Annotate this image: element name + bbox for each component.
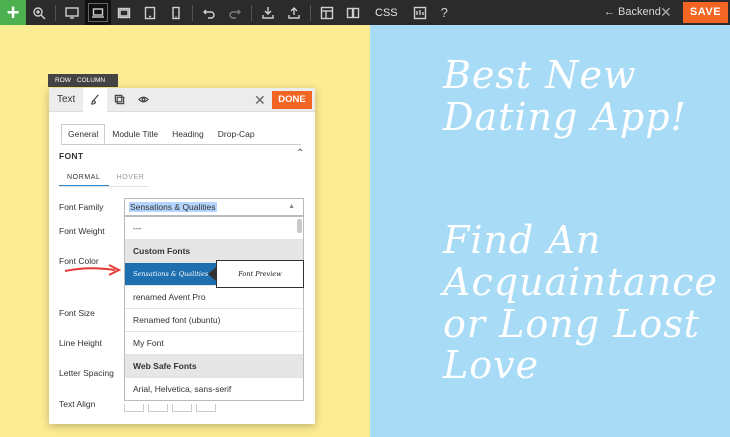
undo-icon[interactable] (196, 0, 222, 25)
brush-icon[interactable] (83, 88, 108, 112)
font-family-dropdown[interactable]: --- Custom Fonts Sensations & Qualities … (124, 216, 304, 401)
breadcrumb-row[interactable]: ROW (55, 77, 71, 84)
breadcrumb: ROW COLUMN (48, 74, 119, 87)
toolbar-divider (55, 4, 56, 21)
help-icon[interactable]: ? (433, 5, 456, 20)
breadcrumb-column[interactable]: COLUMN (77, 77, 105, 84)
desktop-icon[interactable] (59, 0, 85, 25)
layout-icon[interactable] (314, 0, 340, 25)
preview-pointer (208, 267, 216, 281)
dropdown-group-header: Web Safe Fonts (125, 355, 303, 378)
tablet-icon[interactable] (137, 0, 163, 25)
download-icon[interactable] (255, 0, 281, 25)
font-preview-tooltip: Font Preview (216, 260, 304, 288)
caret-up-icon: ▲ (288, 203, 295, 210)
tabs-divider (61, 144, 301, 145)
columns-icon[interactable] (340, 0, 366, 25)
subtab-normal[interactable]: NORMAL (59, 170, 109, 187)
align-center-button[interactable] (148, 404, 168, 412)
close-icon[interactable]: ✕ (660, 0, 672, 25)
dropdown-scrollbar[interactable] (297, 219, 302, 233)
dropdown-option[interactable]: --- (125, 217, 303, 240)
align-justify-button[interactable] (196, 404, 216, 412)
headline-acquaintance[interactable]: Find An Acquaintance or Long Lost Love (443, 219, 718, 387)
toolbar-divider (251, 4, 252, 21)
dropdown-option[interactable]: Renamed font (ubuntu) (125, 309, 303, 332)
redo-icon[interactable] (222, 0, 248, 25)
tablet-landscape-icon[interactable] (111, 0, 137, 25)
dropdown-option[interactable]: Arial, Helvetica, sans-serif (125, 378, 303, 400)
upload-icon[interactable] (281, 0, 307, 25)
zoom-icon[interactable] (26, 0, 52, 25)
align-right-button[interactable] (172, 404, 192, 412)
chevron-up-icon[interactable]: ⌃ (296, 148, 304, 159)
tab-heading[interactable]: Heading (165, 124, 211, 144)
font-size-label: Font Size (59, 308, 95, 318)
css-button[interactable]: CSS (366, 7, 407, 19)
font-family-select[interactable]: Sensations & Qualities ▲ (124, 198, 304, 216)
text-align-controls (124, 404, 220, 412)
subtabs-divider (59, 186, 149, 187)
add-element-button[interactable]: + (0, 0, 26, 25)
mobile-icon[interactable] (163, 0, 189, 25)
dropdown-option[interactable]: My Font (125, 332, 303, 355)
eye-icon[interactable] (131, 88, 155, 112)
subtab-hover[interactable]: HOVER (109, 170, 153, 187)
tab-general[interactable]: General (61, 124, 106, 144)
tab-module-title[interactable]: Module Title (105, 124, 165, 144)
letter-spacing-label: Letter Spacing (59, 368, 114, 378)
section-title-font[interactable]: FONT (59, 151, 83, 161)
font-family-label: Font Family (59, 202, 104, 212)
toolbar-divider (310, 4, 311, 21)
text-align-label: Text Align (59, 399, 96, 409)
panel-close-icon[interactable]: ✕ (254, 92, 266, 109)
panel-header: Text ✕ DONE (49, 88, 315, 112)
line-height-label: Line Height (59, 338, 103, 348)
font-weight-label: Font Weight (59, 226, 105, 236)
done-button[interactable]: DONE (272, 91, 312, 109)
copy-icon[interactable] (107, 88, 131, 112)
laptop-icon[interactable] (85, 0, 111, 25)
font-family-value: Sensations & Qualities (129, 202, 217, 212)
tab-drop-cap[interactable]: Drop-Cap (211, 124, 262, 144)
toolbar-divider (192, 4, 193, 21)
save-button[interactable]: SAVE (683, 2, 728, 23)
panel-title: Text (57, 94, 76, 105)
backend-link[interactable]: ← Backend (604, 0, 661, 25)
dropdown-option[interactable]: renamed Avent Pro (125, 286, 303, 309)
headline-dating-app[interactable]: Best New Dating App! (443, 54, 687, 139)
annotation-arrow-icon (64, 264, 122, 276)
text-module-settings-panel: Text ✕ DONE General Module Title Heading… (49, 88, 315, 424)
panel-tabs: General Module Title Heading Drop-Cap (61, 124, 262, 144)
align-left-button[interactable] (124, 404, 144, 412)
state-subtabs: NORMAL HOVER (59, 170, 152, 187)
code-icon[interactable] (407, 0, 433, 25)
